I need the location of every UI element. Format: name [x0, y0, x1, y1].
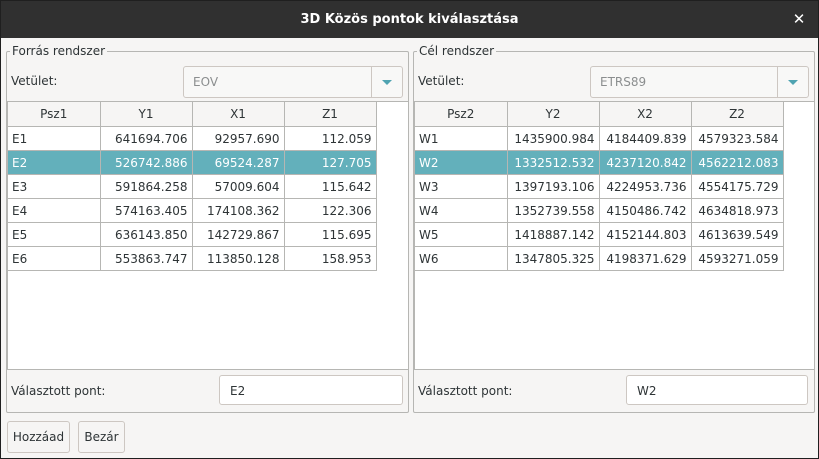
source-projection-label: Vetület: [11, 74, 58, 88]
table-row[interactable]: E6 553863.747 113850.128 158.953 [8, 246, 377, 271]
table-row[interactable]: W2 1332512.532 4237120.842 4562212.083 [415, 150, 784, 175]
coordinate-cell[interactable]: 636143.850 [100, 222, 193, 247]
coordinate-cell[interactable]: 158.953 [284, 246, 377, 271]
coordinate-cell[interactable]: 1352739.558 [507, 198, 600, 223]
source-table-header: Psz1 Y1 X1 Z1 [8, 102, 377, 127]
point-name-cell[interactable]: E3 [8, 174, 101, 199]
target-projection-dropdown-button[interactable] [777, 67, 808, 97]
coordinate-cell[interactable]: 113850.128 [192, 246, 285, 271]
target-system-group: Cél rendszer Vetület: ETRS89 Psz2 Y2 X2 … [413, 43, 815, 413]
coordinate-cell[interactable]: 574163.405 [100, 198, 193, 223]
source-points-table: Psz1 Y1 X1 Z1 E1 641694.706 92957.690 112.0… [8, 102, 377, 271]
point-name-cell[interactable]: E2 [8, 150, 101, 175]
table-row[interactable]: W3 1397193.106 4224953.736 4554175.729 [415, 174, 784, 199]
coordinate-cell[interactable]: 115.642 [284, 174, 377, 199]
coordinate-cell[interactable]: 174108.362 [192, 198, 285, 223]
coordinate-cell[interactable]: 69524.287 [192, 150, 285, 175]
column-header[interactable]: Z1 [284, 102, 377, 127]
source-projection-combo[interactable]: EOV [183, 66, 403, 98]
column-header[interactable]: X2 [599, 102, 692, 127]
coordinate-cell[interactable]: 1347805.325 [507, 246, 600, 271]
coordinate-cell[interactable]: 112.059 [284, 126, 377, 151]
coordinate-cell[interactable]: 4613639.549 [691, 222, 784, 247]
target-projection-label: Vetület: [418, 74, 465, 88]
point-name-cell[interactable]: W5 [415, 222, 508, 247]
point-name-cell[interactable]: E6 [8, 246, 101, 271]
table-row[interactable]: W1 1435900.984 4184409.839 4579323.584 [415, 126, 784, 151]
coordinate-cell[interactable]: 4184409.839 [599, 126, 692, 151]
add-button[interactable]: Hozzáad [7, 421, 70, 453]
point-name-cell[interactable]: E4 [8, 198, 101, 223]
table-row[interactable]: E1 641694.706 92957.690 112.059 [8, 126, 377, 151]
coordinate-cell[interactable]: 4224953.736 [599, 174, 692, 199]
point-name-cell[interactable]: E5 [8, 222, 101, 247]
point-name-cell[interactable]: W6 [415, 246, 508, 271]
coordinate-cell[interactable]: 553863.747 [100, 246, 193, 271]
column-header[interactable]: Z2 [691, 102, 784, 127]
coordinate-cell[interactable]: 641694.706 [100, 126, 193, 151]
chevron-down-icon [382, 80, 392, 85]
coordinate-cell[interactable]: 115.695 [284, 222, 377, 247]
coordinate-cell[interactable]: 127.705 [284, 150, 377, 175]
coordinate-cell[interactable]: 526742.886 [100, 150, 193, 175]
column-header[interactable]: Psz1 [8, 102, 101, 127]
coordinate-cell[interactable]: 4237120.842 [599, 150, 692, 175]
coordinate-cell[interactable]: 122.306 [284, 198, 377, 223]
coordinate-cell[interactable]: 4593271.059 [691, 246, 784, 271]
coordinate-cell[interactable]: 4562212.083 [691, 150, 784, 175]
close-button[interactable]: Bezár [78, 421, 125, 453]
target-selected-point-field[interactable]: W2 [626, 375, 808, 405]
coordinate-cell[interactable]: 4198371.629 [599, 246, 692, 271]
coordinate-cell[interactable]: 4579323.584 [691, 126, 784, 151]
table-row[interactable]: E5 636143.850 142729.867 115.695 [8, 222, 377, 247]
window-title: 3D Közös pontok kiválasztása [300, 12, 519, 27]
table-row[interactable]: E3 591864.258 57009.604 115.642 [8, 174, 377, 199]
coordinate-cell[interactable]: 4634818.973 [691, 198, 784, 223]
coordinate-cell[interactable]: 1435900.984 [507, 126, 600, 151]
point-name-cell[interactable]: E1 [8, 126, 101, 151]
column-header[interactable]: Y1 [100, 102, 193, 127]
coordinate-cell[interactable]: 142729.867 [192, 222, 285, 247]
table-row[interactable]: W4 1352739.558 4150486.742 4634818.973 [415, 198, 784, 223]
coordinate-cell[interactable]: 57009.604 [192, 174, 285, 199]
column-header[interactable]: X1 [192, 102, 285, 127]
table-row[interactable]: W6 1347805.325 4198371.629 4593271.059 [415, 246, 784, 271]
close-icon[interactable]: ✕ [790, 10, 808, 28]
coordinate-cell[interactable]: 1397193.106 [507, 174, 600, 199]
table-row[interactable]: E4 574163.405 174108.362 122.306 [8, 198, 377, 223]
coordinate-cell[interactable]: 4554175.729 [691, 174, 784, 199]
source-projection-dropdown-button[interactable] [371, 67, 402, 97]
coordinate-cell[interactable]: 92957.690 [192, 126, 285, 151]
source-points-table-area[interactable]: Psz1 Y1 X1 Z1 E1 641694.706 92957.690 112.0… [7, 101, 409, 370]
coordinate-cell[interactable]: 4152144.803 [599, 222, 692, 247]
target-points-table-area[interactable]: Psz2 Y2 X2 Z2 W1 1435900.984 4184409.839 45… [414, 101, 815, 370]
point-name-cell[interactable]: W1 [415, 126, 508, 151]
target-projection-combo[interactable]: ETRS89 [590, 66, 809, 98]
point-name-cell[interactable]: W4 [415, 198, 508, 223]
source-projection-value: EOV [193, 75, 219, 89]
table-row[interactable]: W5 1418887.142 4152144.803 4613639.549 [415, 222, 784, 247]
column-header[interactable]: Y2 [507, 102, 600, 127]
source-selected-label: Választott pont: [11, 384, 106, 398]
target-points-table: Psz2 Y2 X2 Z2 W1 1435900.984 4184409.839 45… [415, 102, 784, 271]
target-selected-label: Választott pont: [418, 384, 513, 398]
table-row[interactable]: E2 526742.886 69524.287 127.705 [8, 150, 377, 175]
source-group-title: Forrás rendszer [10, 43, 108, 59]
coordinate-cell[interactable]: 1418887.142 [507, 222, 600, 247]
titlebar: 3D Közös pontok kiválasztása ✕ [1, 1, 818, 38]
point-name-cell[interactable]: W3 [415, 174, 508, 199]
point-name-cell[interactable]: W2 [415, 150, 508, 175]
coordinate-cell[interactable]: 4150486.742 [599, 198, 692, 223]
source-selected-point-field[interactable]: E2 [219, 375, 403, 405]
coordinate-cell[interactable]: 591864.258 [100, 174, 193, 199]
dialog-window: 3D Közös pontok kiválasztása ✕ Forrás re… [0, 0, 819, 459]
target-group-title: Cél rendszer [417, 43, 497, 59]
coordinate-cell[interactable]: 1332512.532 [507, 150, 600, 175]
column-header[interactable]: Psz2 [415, 102, 508, 127]
source-system-group: Forrás rendszer Vetület: EOV Psz1 Y1 X1 … [6, 43, 409, 413]
target-projection-value: ETRS89 [600, 75, 647, 89]
chevron-down-icon [788, 80, 798, 85]
target-table-header: Psz2 Y2 X2 Z2 [415, 102, 784, 127]
